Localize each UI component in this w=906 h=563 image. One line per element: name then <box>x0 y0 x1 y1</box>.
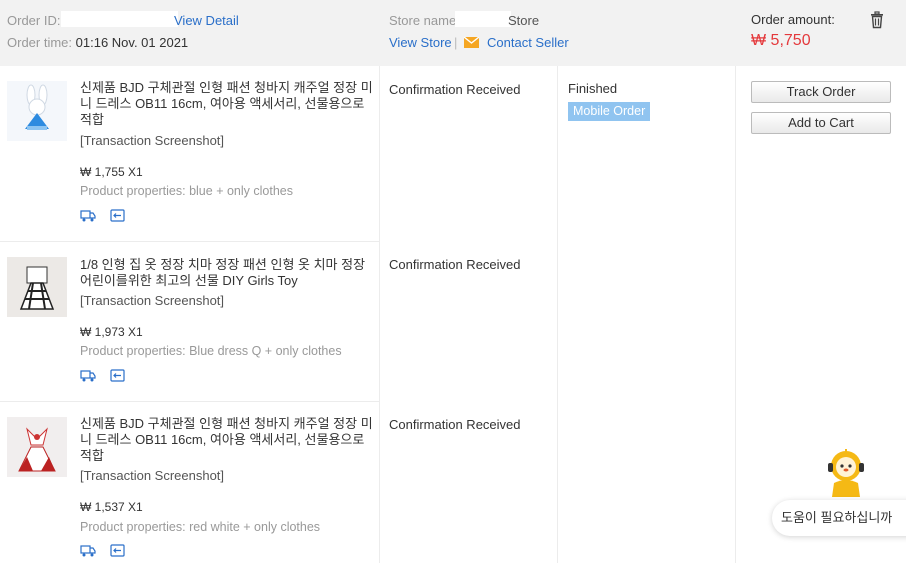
trash-icon[interactable] <box>868 11 886 29</box>
order-amount-value: ₩ 5,750 <box>751 32 811 49</box>
order-amount-label: Order amount: <box>751 12 835 27</box>
order-item: 1/8 인형 집 옷 정장 치마 정장 패션 인형 옷 치마 정장 어린이를위한… <box>0 242 379 401</box>
column-divider <box>735 66 736 563</box>
add-to-cart-button[interactable]: Add to Cart <box>751 112 891 134</box>
product-properties: Product properties: blue + only clothes <box>80 184 293 198</box>
product-thumbnail[interactable] <box>7 257 67 317</box>
item-status: Confirmation Received <box>389 257 521 272</box>
view-store-link[interactable]: View Store <box>389 35 452 50</box>
product-thumbnail[interactable] <box>7 81 67 141</box>
store-name-suffix: Store <box>508 13 540 28</box>
product-properties: Product properties: Blue dress Q + only … <box>80 344 342 358</box>
return-icon[interactable] <box>110 369 126 382</box>
column-divider <box>557 66 558 563</box>
shipping-truck-icon[interactable] <box>80 369 96 382</box>
order-id-redacted <box>61 11 178 27</box>
order-time-value: 01:16 Nov. 01 2021 <box>75 35 189 50</box>
return-icon[interactable] <box>110 544 126 557</box>
item-status: Confirmation Received <box>389 417 521 432</box>
mail-icon <box>464 37 479 48</box>
shipping-truck-icon[interactable] <box>80 209 96 222</box>
store-name-label: Store name: <box>389 13 460 28</box>
product-thumbnail[interactable] <box>7 417 67 477</box>
order-header: Order ID: View Detail Order time: 01:16 … <box>0 0 906 66</box>
contact-seller-link[interactable]: Contact Seller <box>487 35 569 50</box>
order-item: 신제품 BJD 구체관절 인형 패션 청바지 캐주얼 정장 미니 드레스 OB1… <box>0 402 379 563</box>
column-divider <box>379 66 380 563</box>
store-name-redacted <box>455 11 511 27</box>
product-price: ₩ 1,973 X1 <box>80 325 143 339</box>
shipping-truck-icon[interactable] <box>80 544 96 557</box>
track-order-button[interactable]: Track Order <box>751 81 891 103</box>
order-status: Finished <box>568 81 618 96</box>
item-icons <box>80 369 135 383</box>
item-icons <box>80 544 135 558</box>
return-icon[interactable] <box>110 209 126 222</box>
item-status: Confirmation Received <box>389 82 521 97</box>
product-price: ₩ 1,755 X1 <box>80 165 143 179</box>
view-detail-link[interactable]: View Detail <box>174 13 239 28</box>
transaction-screenshot-link[interactable]: [Transaction Screenshot] <box>80 133 224 148</box>
order-id-label: Order ID: <box>7 13 61 28</box>
product-properties: Product properties: red white + only clo… <box>80 520 321 534</box>
product-price: ₩ 1,537 X1 <box>80 500 143 514</box>
chatbot-mascot-icon[interactable] <box>824 447 868 497</box>
transaction-screenshot-link[interactable]: [Transaction Screenshot] <box>80 468 224 483</box>
transaction-screenshot-link[interactable]: [Transaction Screenshot] <box>80 293 224 308</box>
product-title-link[interactable]: 신제품 BJD 구체관절 인형 패션 청바지 캐주얼 정장 미니 드레스 OB1… <box>80 416 375 464</box>
header-separator: | <box>454 35 458 50</box>
product-title-link[interactable]: 1/8 인형 집 옷 정장 치마 정장 패션 인형 옷 치마 정장 어린이를위한… <box>80 257 375 289</box>
mobile-order-badge: Mobile Order <box>568 102 651 121</box>
order-time-label-text: Order time: <box>7 35 73 50</box>
order-time-label: Order time: 01:16 Nov. 01 2021 <box>7 35 188 50</box>
help-bubble[interactable]: 도움이 필요하십니까 <box>772 500 906 536</box>
product-title-link[interactable]: 신제품 BJD 구체관절 인형 패션 청바지 캐주얼 정장 미니 드레스 OB1… <box>80 80 375 128</box>
item-icons <box>80 209 135 223</box>
order-item: 신제품 BJD 구체관절 인형 패션 청바지 캐주얼 정장 미니 드레스 OB1… <box>0 66 379 241</box>
